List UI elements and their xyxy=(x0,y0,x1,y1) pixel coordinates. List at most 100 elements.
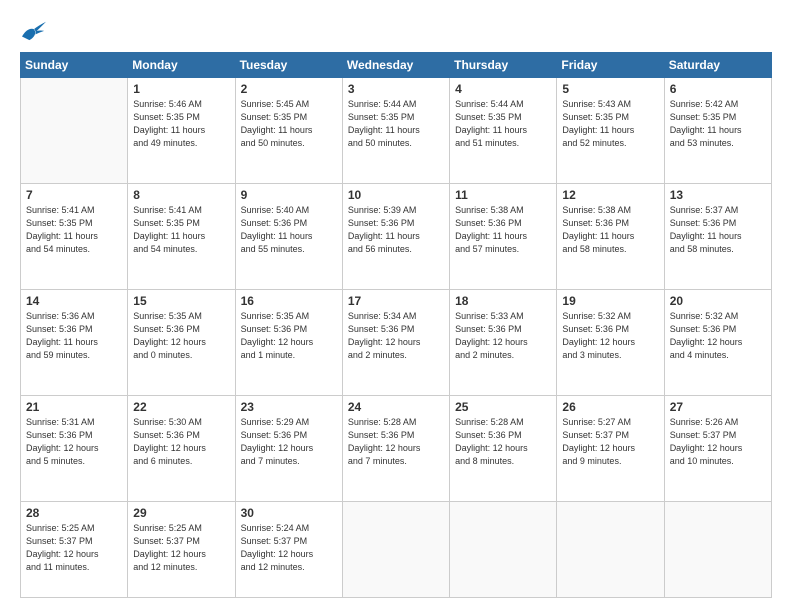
calendar-cell: 1 Sunrise: 5:46 AMSunset: 5:35 PMDaylight… xyxy=(128,78,235,184)
day-number: 26 xyxy=(562,400,658,414)
day-number: 30 xyxy=(241,506,337,520)
calendar-cell: 5 Sunrise: 5:43 AMSunset: 5:35 PMDaylight… xyxy=(557,78,664,184)
calendar-cell: 20Sunrise: 5:32 AMSunset: 5:36 PMDayligh… xyxy=(664,289,771,395)
calendar-cell xyxy=(342,501,449,597)
calendar-cell: 23 Sunrise: 5:29 AMSunset: 5:36 PMDayligh… xyxy=(235,395,342,501)
day-number: 10 xyxy=(348,188,444,202)
day-number: 3 xyxy=(348,82,444,96)
day-info: Sunrise: 5:32 AMSunset: 5:36 PMDaylight:… xyxy=(670,310,766,362)
calendar-cell: 25 Sunrise: 5:28 AMSunset: 5:36 PMDayligh… xyxy=(450,395,557,501)
day-number: 27 xyxy=(670,400,766,414)
weekday-sunday: Sunday xyxy=(21,53,128,78)
day-number: 17 xyxy=(348,294,444,308)
calendar-cell: 11 Sunrise: 5:38 AMSunset: 5:36 PMDayligh… xyxy=(450,183,557,289)
day-info: Sunrise: 5:38 AMSunset: 5:36 PMDaylight:… xyxy=(455,204,551,256)
day-info: Sunrise: 5:43 AMSunset: 5:35 PMDaylight:… xyxy=(562,98,658,150)
day-info: Sunrise: 5:35 AMSunset: 5:36 PMDaylight:… xyxy=(241,310,337,362)
calendar-cell: 24Sunrise: 5:28 AMSunset: 5:36 PMDayligh… xyxy=(342,395,449,501)
week-row-3: 14 Sunrise: 5:36 AMSunset: 5:36 PMDayligh… xyxy=(21,289,772,395)
calendar-cell: 6 Sunrise: 5:42 AMSunset: 5:35 PMDaylight… xyxy=(664,78,771,184)
day-info: Sunrise: 5:44 AMSunset: 5:35 PMDaylight:… xyxy=(348,98,444,150)
day-info: Sunrise: 5:25 AMSunset: 5:37 PMDaylight:… xyxy=(133,522,229,574)
calendar-cell xyxy=(21,78,128,184)
day-info: Sunrise: 5:28 AMSunset: 5:36 PMDaylight:… xyxy=(348,416,444,468)
day-info: Sunrise: 5:28 AMSunset: 5:36 PMDaylight:… xyxy=(455,416,551,468)
calendar-cell: 10 Sunrise: 5:39 AMSunset: 5:36 PMDayligh… xyxy=(342,183,449,289)
weekday-tuesday: Tuesday xyxy=(235,53,342,78)
calendar-cell: 22 Sunrise: 5:30 AMSunset: 5:36 PMDayligh… xyxy=(128,395,235,501)
day-info: Sunrise: 5:45 AMSunset: 5:35 PMDaylight:… xyxy=(241,98,337,150)
day-info: Sunrise: 5:25 AMSunset: 5:37 PMDaylight:… xyxy=(26,522,122,574)
day-number: 22 xyxy=(133,400,229,414)
calendar-cell: 26 Sunrise: 5:27 AMSunset: 5:37 PMDayligh… xyxy=(557,395,664,501)
calendar-cell: 12 Sunrise: 5:38 AMSunset: 5:36 PMDayligh… xyxy=(557,183,664,289)
logo-icon xyxy=(20,18,48,42)
day-number: 23 xyxy=(241,400,337,414)
day-number: 1 xyxy=(133,82,229,96)
day-number: 29 xyxy=(133,506,229,520)
day-info: Sunrise: 5:39 AMSunset: 5:36 PMDaylight:… xyxy=(348,204,444,256)
calendar-cell: 29 Sunrise: 5:25 AMSunset: 5:37 PMDayligh… xyxy=(128,501,235,597)
day-info: Sunrise: 5:35 AMSunset: 5:36 PMDaylight:… xyxy=(133,310,229,362)
week-row-2: 7 Sunrise: 5:41 AMSunset: 5:35 PMDaylight… xyxy=(21,183,772,289)
day-number: 21 xyxy=(26,400,122,414)
day-info: Sunrise: 5:34 AMSunset: 5:36 PMDaylight:… xyxy=(348,310,444,362)
day-info: Sunrise: 5:38 AMSunset: 5:36 PMDaylight:… xyxy=(562,204,658,256)
calendar-cell: 17 Sunrise: 5:34 AMSunset: 5:36 PMDayligh… xyxy=(342,289,449,395)
day-info: Sunrise: 5:46 AMSunset: 5:35 PMDaylight:… xyxy=(133,98,229,150)
weekday-monday: Monday xyxy=(128,53,235,78)
calendar-cell: 18Sunrise: 5:33 AMSunset: 5:36 PMDayligh… xyxy=(450,289,557,395)
calendar-cell: 19 Sunrise: 5:32 AMSunset: 5:36 PMDayligh… xyxy=(557,289,664,395)
day-info: Sunrise: 5:32 AMSunset: 5:36 PMDaylight:… xyxy=(562,310,658,362)
calendar-cell: 21 Sunrise: 5:31 AMSunset: 5:36 PMDayligh… xyxy=(21,395,128,501)
weekday-header-row: SundayMondayTuesdayWednesdayThursdayFrid… xyxy=(21,53,772,78)
day-number: 13 xyxy=(670,188,766,202)
calendar-cell: 4Sunrise: 5:44 AMSunset: 5:35 PMDaylight… xyxy=(450,78,557,184)
day-number: 25 xyxy=(455,400,551,414)
day-info: Sunrise: 5:41 AMSunset: 5:35 PMDaylight:… xyxy=(26,204,122,256)
weekday-friday: Friday xyxy=(557,53,664,78)
day-info: Sunrise: 5:29 AMSunset: 5:36 PMDaylight:… xyxy=(241,416,337,468)
calendar-cell: 27 Sunrise: 5:26 AMSunset: 5:37 PMDayligh… xyxy=(664,395,771,501)
calendar-cell xyxy=(664,501,771,597)
calendar-cell: 7 Sunrise: 5:41 AMSunset: 5:35 PMDaylight… xyxy=(21,183,128,289)
calendar-cell: 2 Sunrise: 5:45 AMSunset: 5:35 PMDaylight… xyxy=(235,78,342,184)
page: SundayMondayTuesdayWednesdayThursdayFrid… xyxy=(0,0,792,612)
day-number: 4 xyxy=(455,82,551,96)
day-number: 2 xyxy=(241,82,337,96)
day-number: 18 xyxy=(455,294,551,308)
day-number: 12 xyxy=(562,188,658,202)
weekday-thursday: Thursday xyxy=(450,53,557,78)
day-info: Sunrise: 5:36 AMSunset: 5:36 PMDaylight:… xyxy=(26,310,122,362)
calendar-cell: 3 Sunrise: 5:44 AMSunset: 5:35 PMDaylight… xyxy=(342,78,449,184)
day-number: 28 xyxy=(26,506,122,520)
weekday-wednesday: Wednesday xyxy=(342,53,449,78)
calendar-cell: 9Sunrise: 5:40 AMSunset: 5:36 PMDaylight… xyxy=(235,183,342,289)
calendar-cell xyxy=(450,501,557,597)
calendar-cell: 8 Sunrise: 5:41 AMSunset: 5:35 PMDaylight… xyxy=(128,183,235,289)
day-info: Sunrise: 5:40 AMSunset: 5:36 PMDaylight:… xyxy=(241,204,337,256)
day-number: 19 xyxy=(562,294,658,308)
day-info: Sunrise: 5:24 AMSunset: 5:37 PMDaylight:… xyxy=(241,522,337,574)
calendar-cell: 16Sunrise: 5:35 AMSunset: 5:36 PMDayligh… xyxy=(235,289,342,395)
day-info: Sunrise: 5:41 AMSunset: 5:35 PMDaylight:… xyxy=(133,204,229,256)
day-number: 8 xyxy=(133,188,229,202)
day-number: 6 xyxy=(670,82,766,96)
day-info: Sunrise: 5:30 AMSunset: 5:36 PMDaylight:… xyxy=(133,416,229,468)
day-info: Sunrise: 5:26 AMSunset: 5:37 PMDaylight:… xyxy=(670,416,766,468)
calendar-cell: 14 Sunrise: 5:36 AMSunset: 5:36 PMDayligh… xyxy=(21,289,128,395)
day-info: Sunrise: 5:31 AMSunset: 5:36 PMDaylight:… xyxy=(26,416,122,468)
day-number: 11 xyxy=(455,188,551,202)
header xyxy=(20,18,772,42)
calendar-table: SundayMondayTuesdayWednesdayThursdayFrid… xyxy=(20,52,772,598)
day-info: Sunrise: 5:42 AMSunset: 5:35 PMDaylight:… xyxy=(670,98,766,150)
day-number: 7 xyxy=(26,188,122,202)
day-number: 14 xyxy=(26,294,122,308)
calendar-cell: 28 Sunrise: 5:25 AMSunset: 5:37 PMDayligh… xyxy=(21,501,128,597)
week-row-1: 1 Sunrise: 5:46 AMSunset: 5:35 PMDaylight… xyxy=(21,78,772,184)
day-info: Sunrise: 5:27 AMSunset: 5:37 PMDaylight:… xyxy=(562,416,658,468)
day-info: Sunrise: 5:37 AMSunset: 5:36 PMDaylight:… xyxy=(670,204,766,256)
week-row-4: 21 Sunrise: 5:31 AMSunset: 5:36 PMDayligh… xyxy=(21,395,772,501)
weekday-saturday: Saturday xyxy=(664,53,771,78)
day-number: 5 xyxy=(562,82,658,96)
